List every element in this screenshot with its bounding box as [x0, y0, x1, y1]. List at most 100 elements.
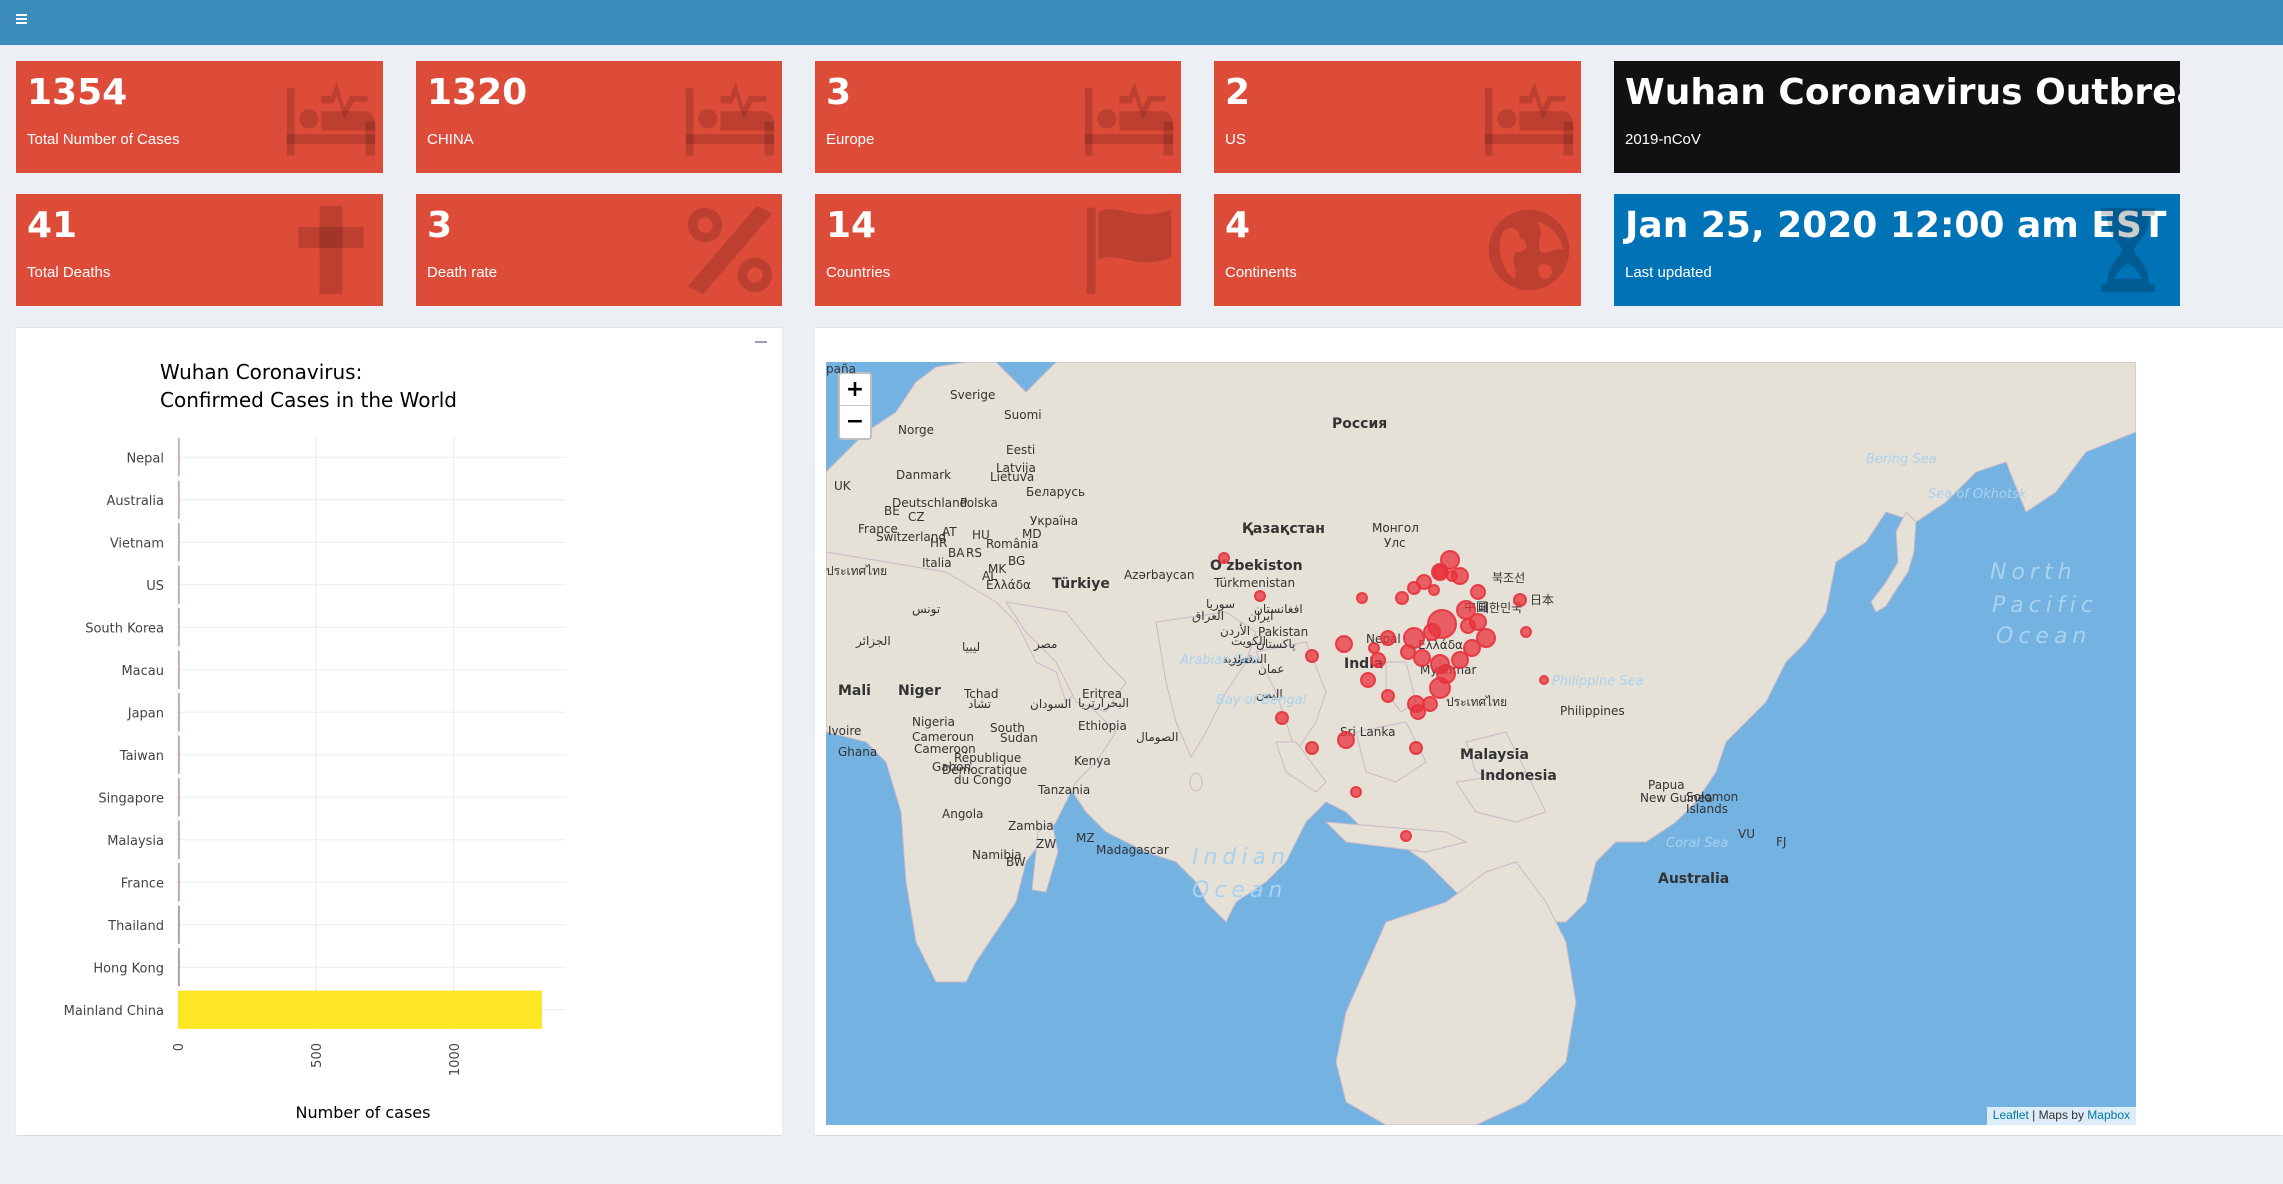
- case-marker[interactable]: [1350, 786, 1362, 798]
- case-marker[interactable]: [1409, 741, 1423, 755]
- chart-category-label: Japan: [127, 706, 164, 721]
- chart-bar[interactable]: [178, 820, 180, 859]
- case-marker[interactable]: [1413, 649, 1431, 667]
- case-marker[interactable]: [1520, 626, 1532, 638]
- value-box-label: Total Deaths: [27, 264, 111, 281]
- chart-category-label: France: [121, 876, 164, 891]
- chart-bar[interactable]: [178, 693, 180, 732]
- case-marker[interactable]: [1368, 642, 1380, 654]
- globe-icon: [1481, 202, 1577, 298]
- case-marker[interactable]: [1429, 677, 1451, 699]
- case-marker[interactable]: [1539, 675, 1549, 685]
- map[interactable]: + − Sverige Suomi Norge Eesti Latvija Lietuva…: [826, 362, 2136, 1125]
- hourglass-icon: [2080, 202, 2176, 298]
- dashboard-title: Wuhan Coronavirus Outbreak: [1625, 72, 2180, 113]
- collapse-icon[interactable]: [754, 340, 768, 344]
- chart-x-axis-title: Number of cases: [296, 1103, 431, 1122]
- percent-icon: [682, 202, 778, 298]
- value-box-label: Death rate: [427, 264, 498, 281]
- case-marker[interactable]: [1305, 741, 1319, 755]
- case-marker[interactable]: [1360, 672, 1376, 688]
- case-marker[interactable]: [1446, 570, 1458, 582]
- value-box-total-cases: 1354 Total Number of Cases: [16, 61, 383, 173]
- chart-tick-label: 0: [172, 1043, 187, 1051]
- chart-bar[interactable]: [178, 905, 180, 944]
- value-box-label: CHINA: [427, 131, 474, 148]
- value-box-label: Europe: [826, 131, 875, 148]
- value-box-value: 3: [427, 205, 453, 246]
- value-box-value: 2: [1225, 72, 1251, 113]
- chart-category-label: Malaysia: [107, 834, 164, 849]
- chart-tick-label: 500: [310, 1043, 325, 1068]
- value-box-label: Total Number of Cases: [27, 131, 180, 148]
- mapbox-link[interactable]: Mapbox: [2087, 1108, 2130, 1122]
- value-box-value: 14: [826, 205, 877, 246]
- value-box-china: 1320 CHINA: [416, 61, 782, 173]
- case-marker[interactable]: [1395, 591, 1409, 605]
- case-marker[interactable]: [1305, 649, 1319, 663]
- sidebar-toggle-icon[interactable]: [10, 6, 36, 32]
- value-box-value: 1354: [27, 72, 128, 113]
- case-marker[interactable]: [1370, 652, 1386, 668]
- value-box-value: 1320: [427, 72, 528, 113]
- leaflet-link[interactable]: Leaflet: [1993, 1108, 2029, 1122]
- value-box-label: Countries: [826, 264, 891, 281]
- chart-category-label: Mainland China: [64, 1004, 164, 1019]
- header-bar: [0, 0, 2283, 45]
- bed-pulse-icon: [682, 69, 778, 165]
- value-box-europe: 3 Europe: [815, 61, 1181, 173]
- value-box-label: US: [1225, 131, 1246, 148]
- case-marker[interactable]: [1513, 593, 1527, 607]
- case-marker[interactable]: [1275, 711, 1289, 725]
- case-marker[interactable]: [1400, 830, 1412, 842]
- flag-icon: [1081, 202, 1177, 298]
- case-marker[interactable]: [1400, 644, 1416, 660]
- case-marker[interactable]: [1433, 565, 1447, 579]
- case-marker[interactable]: [1218, 552, 1230, 564]
- cross-icon: [283, 202, 379, 298]
- chart-title-line-1: Wuhan Coronavirus:: [160, 360, 362, 384]
- chart-category-label: Australia: [106, 494, 164, 509]
- value-box-value: 41: [27, 205, 78, 246]
- case-marker[interactable]: [1356, 592, 1368, 604]
- value-box-us: 2 US: [1214, 61, 1581, 173]
- attribution-separator: | Maps by: [2028, 1108, 2088, 1122]
- chart-bar[interactable]: [178, 863, 180, 902]
- value-box-title: Wuhan Coronavirus Outbreak 2019-nCoV: [1614, 61, 2180, 173]
- chart-category-label: Thailand: [107, 919, 164, 934]
- chart-bar[interactable]: [178, 438, 180, 477]
- chart-category-label: Vietnam: [110, 536, 164, 551]
- chart-tick-label: 1000: [448, 1043, 463, 1076]
- case-marker[interactable]: [1335, 635, 1353, 653]
- chart-bar[interactable]: [178, 480, 180, 519]
- case-markers: [1218, 550, 1549, 842]
- chart-bar[interactable]: [178, 948, 180, 987]
- chart-bar[interactable]: [178, 778, 180, 817]
- case-marker[interactable]: [1381, 689, 1395, 703]
- case-marker[interactable]: [1423, 623, 1441, 641]
- chart-category-label: Macau: [121, 664, 164, 679]
- bed-pulse-icon: [1081, 69, 1177, 165]
- value-box-continents: 4 Continents: [1214, 194, 1581, 306]
- chart-bar[interactable]: [178, 650, 180, 689]
- case-marker[interactable]: [1460, 618, 1476, 634]
- chart-category-label: Hong Kong: [93, 961, 164, 976]
- case-marker[interactable]: [1470, 584, 1486, 600]
- case-marker[interactable]: [1451, 651, 1469, 669]
- chart-bar[interactable]: [178, 565, 180, 604]
- case-marker[interactable]: [1254, 590, 1266, 602]
- chart-category-label: US: [146, 579, 164, 594]
- case-marker[interactable]: [1337, 731, 1355, 749]
- chart-bar[interactable]: [178, 990, 542, 1029]
- chart-bar[interactable]: [178, 735, 180, 774]
- chart-bar[interactable]: [178, 523, 180, 562]
- map-attribution: Leaflet | Maps by Mapbox: [1986, 1107, 2136, 1125]
- chart-bar[interactable]: [178, 608, 180, 647]
- case-marker[interactable]: [1380, 630, 1396, 646]
- case-marker[interactable]: [1416, 574, 1432, 590]
- case-marker[interactable]: [1410, 704, 1426, 720]
- value-box-total-deaths: 41 Total Deaths: [16, 194, 383, 306]
- case-marker[interactable]: [1476, 628, 1496, 648]
- value-box-countries: 14 Countries: [815, 194, 1181, 306]
- dashboard-subtitle: 2019-nCoV: [1625, 131, 1701, 148]
